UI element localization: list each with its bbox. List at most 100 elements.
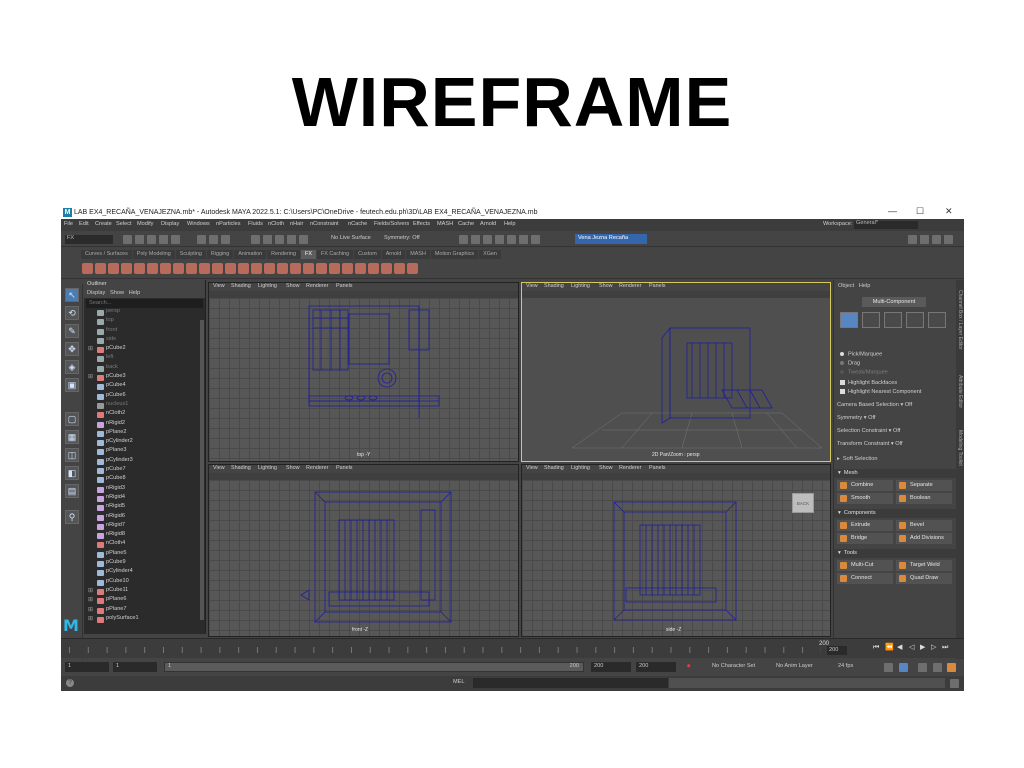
shelf-passive-collider-icon[interactable] [160, 263, 171, 274]
tools-section-header[interactable]: ▾ Tools [834, 549, 956, 558]
vp-menu-shading[interactable]: Shading [544, 283, 564, 289]
menu-set-select[interactable]: FX [65, 235, 113, 244]
shelf-tab-rigging[interactable]: Rigging [206, 250, 234, 259]
shelf-tab-fx-caching[interactable]: FX Caching [316, 250, 354, 259]
modeling-toolkit-toggle-icon[interactable] [908, 235, 917, 244]
animation-prefs-icon[interactable] [933, 663, 942, 672]
paint-select-tool-icon[interactable]: ✎ [65, 324, 79, 338]
character-set-select[interactable]: No Character Set [709, 662, 767, 672]
boolean-button[interactable]: Boolean [896, 493, 952, 504]
outliner-item[interactable]: pCylinder4 [84, 569, 205, 578]
key-filter-icon[interactable] [899, 663, 908, 672]
menu-arnold[interactable]: Arnold [480, 221, 496, 228]
outliner-item[interactable]: nRigid8 [84, 531, 205, 541]
playback-end-field[interactable]: 200 [591, 662, 631, 672]
vp-menu-view[interactable]: View [526, 465, 538, 471]
shelf-tab-fx[interactable]: FX [301, 250, 316, 259]
outliner-search-input[interactable]: Search... [86, 299, 203, 308]
menu-select[interactable]: Select [116, 221, 132, 228]
outliner-item[interactable]: pPlane5 [84, 550, 205, 560]
outliner-item[interactable]: pCube9 [84, 559, 205, 569]
vp-menu-panels[interactable]: Panels [649, 283, 665, 289]
connect-button[interactable]: Connect [837, 573, 893, 584]
side-tab-attribute-editor[interactable]: Attribute Editor [957, 375, 963, 408]
undo-icon[interactable] [159, 235, 168, 244]
persp-graph-layout-icon[interactable]: ▤ [65, 484, 79, 498]
search-icon[interactable]: ⚲ [65, 510, 79, 524]
play-forward-icon[interactable]: ▶ [920, 644, 925, 651]
menu-help[interactable]: Help [504, 221, 516, 228]
menu-cache[interactable]: Cache [458, 221, 474, 228]
outliner-item[interactable]: nCloth4 [84, 541, 205, 550]
uv-mode-icon[interactable] [928, 312, 946, 328]
expand-icon[interactable]: ⊞ [88, 588, 93, 594]
expand-icon[interactable]: ⊞ [88, 374, 93, 380]
menu-windows[interactable]: Windows [187, 221, 210, 228]
start-time-field[interactable]: 1 [65, 662, 109, 672]
auto-key-icon[interactable]: ⏺ [687, 663, 691, 670]
outliner-menu-help[interactable]: Help [129, 290, 141, 296]
symmetry-setting[interactable]: Symmetry ▾ Off [837, 415, 875, 422]
anim-layer-select[interactable]: No Anim Layer [773, 662, 829, 672]
shelf-tab-arnold[interactable]: Arnold [381, 250, 406, 259]
shelf-tab-animation[interactable]: Animation [234, 250, 267, 259]
snap-grid-icon[interactable] [251, 235, 260, 244]
face-mode-icon[interactable] [906, 312, 924, 328]
highlight-backfaces-checkbox[interactable]: Highlight Backfaces [840, 380, 897, 387]
select-tool-icon[interactable]: ↖ [65, 288, 79, 302]
close-button[interactable]: ✕ [945, 207, 953, 216]
outliner-item[interactable]: nRigid7 [84, 522, 205, 532]
outliner-item[interactable]: ⊞ pPlane6 [84, 596, 205, 606]
snap-point-icon[interactable] [275, 235, 284, 244]
snap-curve-icon[interactable] [263, 235, 272, 244]
outliner-item[interactable]: ⊞ pCube2 [84, 345, 205, 355]
outliner-item[interactable]: pCube4 [84, 383, 205, 392]
help-icon[interactable]: ? [66, 679, 74, 687]
minimize-button[interactable]: — [888, 207, 897, 216]
vp-menu-show[interactable]: Show [599, 465, 613, 471]
side-tab-channel-box[interactable]: Channel Box / Layer Editor [957, 290, 963, 350]
multi-cut-button[interactable]: Multi-Cut [837, 560, 893, 571]
outliner-scrollbar[interactable] [200, 320, 204, 620]
outliner-item[interactable]: nRigid5 [84, 503, 205, 513]
multi-component-button[interactable]: Multi-Component [862, 297, 926, 307]
vp-menu-lighting[interactable]: Lighting [571, 283, 590, 289]
outliner-item[interactable]: nCloth2 [84, 410, 205, 420]
tweak-marquee-option[interactable]: Tweak/Marquee [840, 370, 888, 376]
select-object-icon[interactable] [209, 235, 218, 244]
shelf-field-gravity-icon[interactable] [225, 263, 236, 274]
shelf-fluid-container-icon[interactable] [121, 263, 132, 274]
shelf-hair-icon[interactable] [186, 263, 197, 274]
shelf-tab-poly-modeling[interactable]: Poly Modeling [132, 250, 175, 259]
user-account[interactable]: Vena Jezna Recaña [575, 234, 647, 244]
shelf-emitter-icon[interactable] [95, 263, 106, 274]
expand-icon[interactable]: ⊞ [88, 607, 93, 613]
symmetry-label[interactable]: Symmetry: Off [384, 235, 420, 242]
viewport-top[interactable]: View Shading Lighting Show Renderer Pane… [208, 282, 519, 462]
attribute-editor-toggle-icon[interactable] [920, 235, 929, 244]
soft-selection-section[interactable]: ▸ Soft Selection [837, 456, 877, 463]
expand-icon[interactable]: ⊞ [88, 346, 93, 352]
live-surface-label[interactable]: No Live Surface [331, 235, 371, 242]
outliner-item[interactable]: pPlane3 [84, 448, 205, 457]
four-pane-layout-icon[interactable]: ▦ [65, 430, 79, 444]
shelf-nparticle-icon[interactable] [82, 263, 93, 274]
channel-box-toggle-icon[interactable] [944, 235, 953, 244]
menu-create[interactable]: Create [95, 221, 112, 228]
outliner-item[interactable]: pCube10 [84, 578, 205, 588]
mel-command-input[interactable] [473, 678, 668, 688]
current-frame-field[interactable]: 200 [827, 646, 847, 655]
outliner-item[interactable]: side [84, 336, 205, 346]
vp-menu-shading[interactable]: Shading [231, 465, 251, 471]
shelf-field-newton-icon[interactable] [238, 263, 249, 274]
outliner-item[interactable]: pCylinder3 [84, 457, 205, 467]
shelf-shirt2-icon[interactable] [355, 263, 366, 274]
menu-file[interactable]: File [64, 221, 73, 228]
persp-outliner-layout-icon[interactable]: ◧ [65, 466, 79, 480]
playback-start-field[interactable]: 1 [113, 662, 157, 672]
menu-nhair[interactable]: nHair [290, 221, 303, 228]
vp-menu-panels[interactable]: Panels [649, 465, 665, 471]
render-setup-icon[interactable] [519, 235, 528, 244]
shelf-tab-curves-surfaces[interactable]: Curves / Surfaces [81, 250, 132, 259]
script-editor-icon[interactable] [950, 679, 959, 688]
